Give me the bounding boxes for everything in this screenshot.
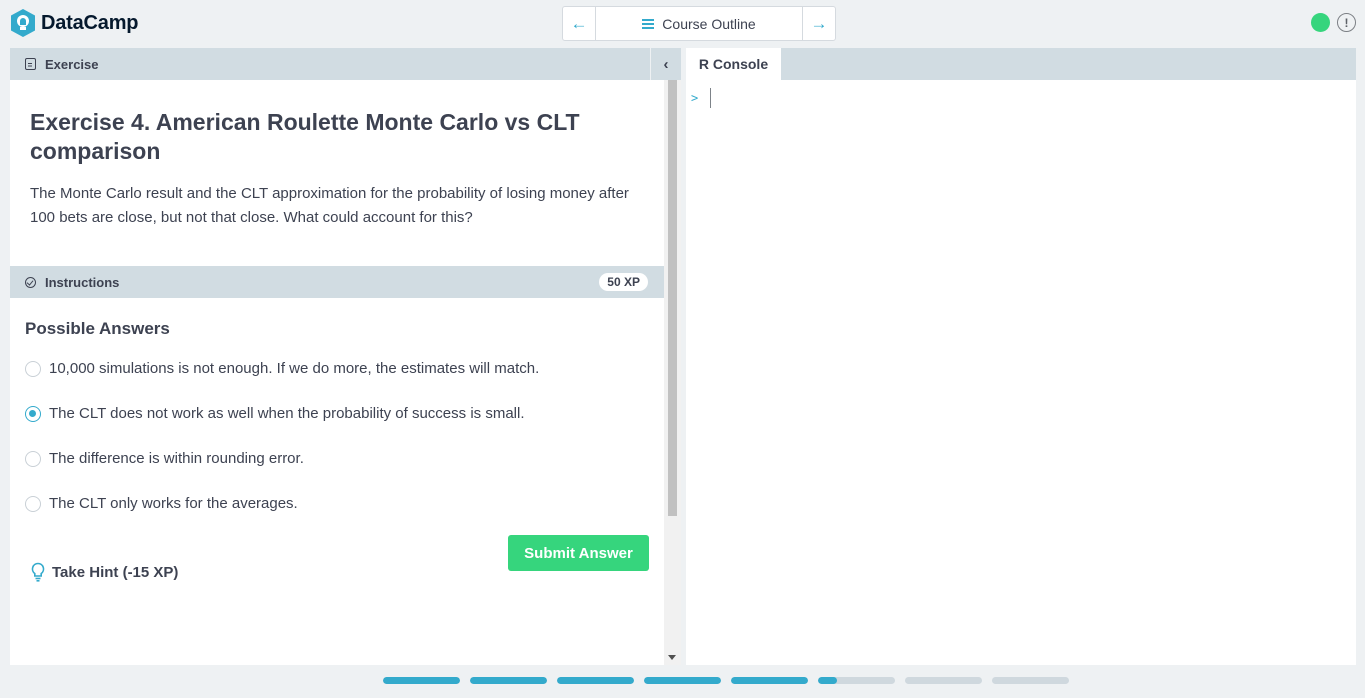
course-progress-bar [383, 677, 1069, 684]
course-navigation: ← Course Outline → [562, 6, 836, 41]
answer-text: The difference is within rounding error. [49, 450, 304, 467]
answer-text: The CLT does not work as well when the p… [49, 405, 525, 422]
top-bar: DataCamp ← Course Outline → ! [0, 0, 1365, 46]
check-circle-icon [25, 276, 36, 288]
answer-text: 10,000 simulations is not enough. If we … [49, 360, 540, 377]
lightbulb-icon [31, 562, 45, 582]
take-hint-button[interactable]: Take Hint (-15 XP) [30, 562, 178, 582]
progress-segment-fill [557, 677, 634, 684]
radio-button[interactable] [25, 450, 41, 467]
answer-option-3[interactable]: The difference is within rounding error. [25, 450, 304, 467]
progress-segment[interactable] [383, 677, 460, 684]
chevron-left-icon: ‹ [663, 55, 669, 73]
possible-answers-title: Possible Answers [25, 319, 170, 338]
exercise-tab-label: Exercise [45, 56, 99, 72]
progress-segment-fill [644, 677, 721, 684]
progress-segment-fill [383, 677, 460, 684]
radio-button-selected[interactable] [25, 405, 41, 422]
answer-option-4[interactable]: The CLT only works for the averages. [25, 495, 298, 512]
exercise-panel: Exercise ‹ Exercise 4. American Roulette… [10, 48, 681, 665]
progress-segment[interactable] [557, 677, 634, 684]
course-outline-label: Course Outline [662, 15, 756, 32]
answer-option-1[interactable]: 10,000 simulations is not enough. If we … [25, 360, 539, 377]
progress-segment[interactable] [992, 677, 1069, 684]
tab-r-console[interactable]: R Console [686, 48, 781, 80]
scrollbar-thumb[interactable] [668, 80, 677, 516]
exercise-title: Exercise 4. American Roulette Monte Carl… [30, 109, 580, 164]
progress-segment[interactable] [644, 677, 721, 684]
session-status-indicator[interactable] [1311, 13, 1330, 32]
progress-segment[interactable] [905, 677, 982, 684]
progress-segment[interactable] [731, 677, 808, 684]
datacamp-logo[interactable]: DataCamp [9, 8, 139, 38]
radio-button[interactable] [25, 360, 41, 377]
datacamp-logo-icon [11, 9, 35, 37]
collapse-panel-button[interactable]: ‹ [650, 48, 681, 80]
radio-button[interactable] [25, 495, 41, 512]
document-icon [25, 58, 36, 70]
progress-segment-fill [470, 677, 547, 684]
previous-exercise-button[interactable]: ← [563, 7, 596, 40]
progress-segment[interactable] [470, 677, 547, 684]
console-prompt: > [691, 91, 699, 105]
progress-segment-fill [818, 677, 838, 684]
arrow-right-icon: → [810, 13, 828, 33]
menu-icon [642, 18, 655, 29]
console-input-cursor[interactable] [710, 88, 711, 108]
instructions-header: Instructions 50 XP [10, 266, 664, 298]
progress-segment-fill [731, 677, 808, 684]
course-outline-button[interactable]: Course Outline [596, 7, 802, 40]
next-exercise-button[interactable]: → [802, 7, 835, 40]
exercise-scrollbar[interactable] [664, 80, 681, 665]
console-tab-bar: R Console [686, 48, 1356, 80]
answer-text: The CLT only works for the averages. [49, 495, 298, 512]
hint-label: Take Hint (-15 XP) [52, 563, 179, 581]
exercise-description: The Monte Carlo result and the CLT appro… [30, 185, 629, 226]
instructions-label: Instructions [45, 274, 120, 290]
console-panel: R Console > [686, 48, 1356, 665]
exercise-header: Exercise [10, 48, 650, 80]
xp-badge: 50 XP [599, 273, 648, 291]
progress-segment[interactable] [818, 677, 895, 684]
scroll-down-arrow-icon[interactable] [668, 655, 676, 660]
answer-option-2[interactable]: The CLT does not work as well when the p… [25, 405, 525, 422]
arrow-left-icon: ← [570, 13, 588, 33]
info-icon[interactable]: ! [1337, 13, 1356, 32]
submit-answer-button[interactable]: Submit Answer [508, 535, 649, 571]
brand-name: DataCamp [41, 11, 139, 34]
